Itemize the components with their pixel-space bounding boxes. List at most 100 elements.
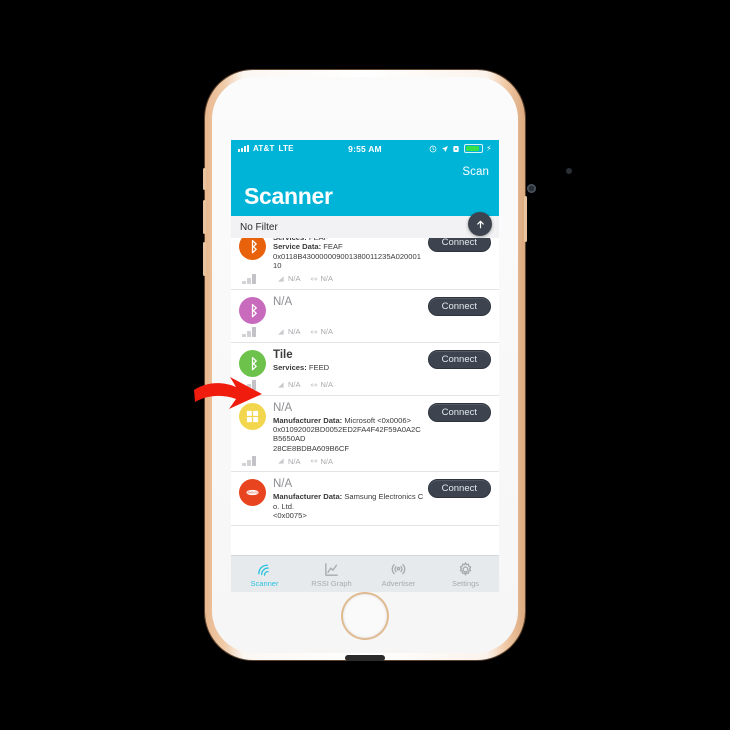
device-row[interactable]: Tile Services: FEED Connect N/A N/A xyxy=(231,343,499,396)
interval-metric: N/A xyxy=(310,274,334,284)
device-detail-line: <0x0075> xyxy=(273,511,307,521)
tab-bar[interactable]: Scanner RSSI Graph Advertiser Settings xyxy=(231,555,499,592)
device-row-main: SAMSUNG N/A Manufacturer Data: Samsung Ele… xyxy=(239,478,491,520)
screenshot-stage: AT&T LTE 9:55 AM ⚡ Scan Scanner No Filte… xyxy=(0,0,730,730)
tab-label: Scanner xyxy=(250,578,279,588)
interval-metric: N/A xyxy=(310,456,334,466)
line-chart-icon xyxy=(325,562,338,576)
silent-switch[interactable] xyxy=(203,168,206,190)
device-info: Services: FEAFService Data: FEAF0x0118B4… xyxy=(266,238,428,271)
samsung-icon: SAMSUNG xyxy=(246,490,259,496)
connect-button[interactable]: Connect xyxy=(427,238,491,252)
interval-metric: N/A xyxy=(310,380,334,390)
rssi-metric: N/A xyxy=(277,274,301,283)
tab-scanner[interactable]: Scanner xyxy=(231,556,298,592)
location-arrow-icon xyxy=(441,145,448,152)
proximity-sensor xyxy=(566,168,572,174)
rssi-metric: N/A xyxy=(277,380,301,389)
home-button[interactable] xyxy=(343,594,387,638)
tab-label: Advertiser xyxy=(381,578,416,588)
carrier-label: AT&T xyxy=(253,144,275,153)
device-row-metrics: N/A N/A xyxy=(239,379,491,390)
interval-arrows-icon xyxy=(310,459,317,463)
device-row-main: Tile Services: FEED Connect xyxy=(239,349,491,377)
tab-rssi-graph[interactable]: RSSI Graph xyxy=(298,556,365,592)
device-detail-line: 28CE8BDBA609B6CF xyxy=(273,443,349,453)
interval-arrows-icon xyxy=(310,276,317,281)
interval-arrows-icon xyxy=(310,329,317,334)
device-info: N/A xyxy=(266,296,428,310)
device-row[interactable]: SAMSUNG N/A Manufacturer Data: Samsung Ele… xyxy=(231,472,499,527)
device-detail-line: Manufacturer Data: Microsoft <0x0006> xyxy=(273,415,412,425)
device-info: N/A Manufacturer Data: Microsoft <0x0006>… xyxy=(266,402,428,454)
device-avatar xyxy=(239,238,266,260)
device-avatar xyxy=(239,296,266,324)
interval-value: N/A xyxy=(320,380,334,390)
rotation-lock-icon xyxy=(453,145,459,152)
rssi-value: N/A xyxy=(288,327,301,337)
signal-strength-icon xyxy=(242,326,262,337)
device-detail-label: Manufacturer Data: xyxy=(273,415,343,425)
bluetooth-icon xyxy=(251,303,257,317)
interval-value: N/A xyxy=(320,327,334,337)
device-detail-line: Service Data: FEAF xyxy=(273,242,343,252)
device-detail-label: Services: xyxy=(273,362,307,372)
device-name: N/A xyxy=(273,401,293,414)
charging-bolt-icon: ⚡ xyxy=(486,143,492,153)
device-row[interactable]: N/A Connect N/A N/A xyxy=(231,290,499,343)
volume-up-button[interactable] xyxy=(203,200,206,234)
rssi-triangle-icon xyxy=(278,381,284,388)
device-detail-line: Manufacturer Data: Samsung Electronics C… xyxy=(273,492,424,511)
bottom-antenna-line xyxy=(345,655,385,661)
connect-button[interactable]: Connect xyxy=(427,296,491,316)
rssi-value: N/A xyxy=(288,456,301,466)
device-avatar: SAMSUNG xyxy=(239,479,266,507)
interval-value: N/A xyxy=(320,456,334,466)
device-detail-label: Manufacturer Data: xyxy=(273,492,343,502)
rssi-metric: N/A xyxy=(277,327,301,336)
device-row-main: N/A Manufacturer Data: Microsoft <0x0006>… xyxy=(239,402,491,454)
device-detail-line: 0x0118B430000009001380011235A02000110 xyxy=(273,251,421,271)
signal-strength-icon xyxy=(242,273,262,284)
device-name: N/A xyxy=(273,295,293,308)
tab-label: Settings xyxy=(451,578,480,588)
device-row[interactable]: N/A Manufacturer Data: Microsoft <0x0006>… xyxy=(231,396,499,473)
signal-strength-icon xyxy=(242,456,262,467)
device-info: N/A Manufacturer Data: Samsung Electronic… xyxy=(266,478,428,520)
tab-advertiser[interactable]: Advertiser xyxy=(365,556,432,592)
scan-button[interactable]: Scan xyxy=(462,166,489,178)
device-detail-label: Services: xyxy=(273,238,307,242)
device-row-metrics: N/A N/A xyxy=(239,326,491,337)
device-row[interactable]: Services: FEAFService Data: FEAF0x0118B4… xyxy=(231,238,499,290)
nav-bar: Scan Scanner xyxy=(231,157,499,216)
filter-label: No Filter xyxy=(240,221,278,233)
power-button[interactable] xyxy=(524,196,527,242)
rssi-triangle-icon xyxy=(278,275,284,282)
interval-value: N/A xyxy=(320,274,334,284)
annotation-arrow-icon xyxy=(194,377,262,409)
interval-metric: N/A xyxy=(310,327,334,337)
front-camera xyxy=(527,184,536,193)
filter-bar[interactable]: No Filter xyxy=(231,212,499,239)
rssi-metric: N/A xyxy=(277,457,301,466)
rssi-triangle-icon xyxy=(278,328,284,335)
device-detail-label: Service Data: xyxy=(273,242,322,252)
connect-button[interactable]: Connect xyxy=(427,479,491,499)
connect-button[interactable]: Connect xyxy=(427,349,491,369)
device-detail-line: Services: FEED xyxy=(273,362,330,372)
rssi-value: N/A xyxy=(288,380,301,390)
gear-icon xyxy=(459,561,472,575)
device-list[interactable]: Services: FEAFService Data: FEAF0x0118B4… xyxy=(231,238,499,556)
status-bar: AT&T LTE 9:55 AM ⚡ xyxy=(231,140,499,157)
cellular-signal-icon xyxy=(238,145,249,152)
scroll-to-top-button[interactable] xyxy=(468,212,492,236)
network-type-label: LTE xyxy=(278,144,294,153)
volume-down-button[interactable] xyxy=(203,242,206,276)
battery-icon xyxy=(463,144,483,153)
device-detail-line: 0x01092002BD0052ED2FA4F42F59A0A2CB5650AD xyxy=(273,425,421,444)
status-bar-left: AT&T LTE xyxy=(238,144,294,153)
connect-button[interactable]: Connect xyxy=(427,402,491,422)
tab-settings[interactable]: Settings xyxy=(432,556,499,592)
scanner-waves-icon xyxy=(258,564,269,576)
page-title: Scanner xyxy=(244,183,333,209)
